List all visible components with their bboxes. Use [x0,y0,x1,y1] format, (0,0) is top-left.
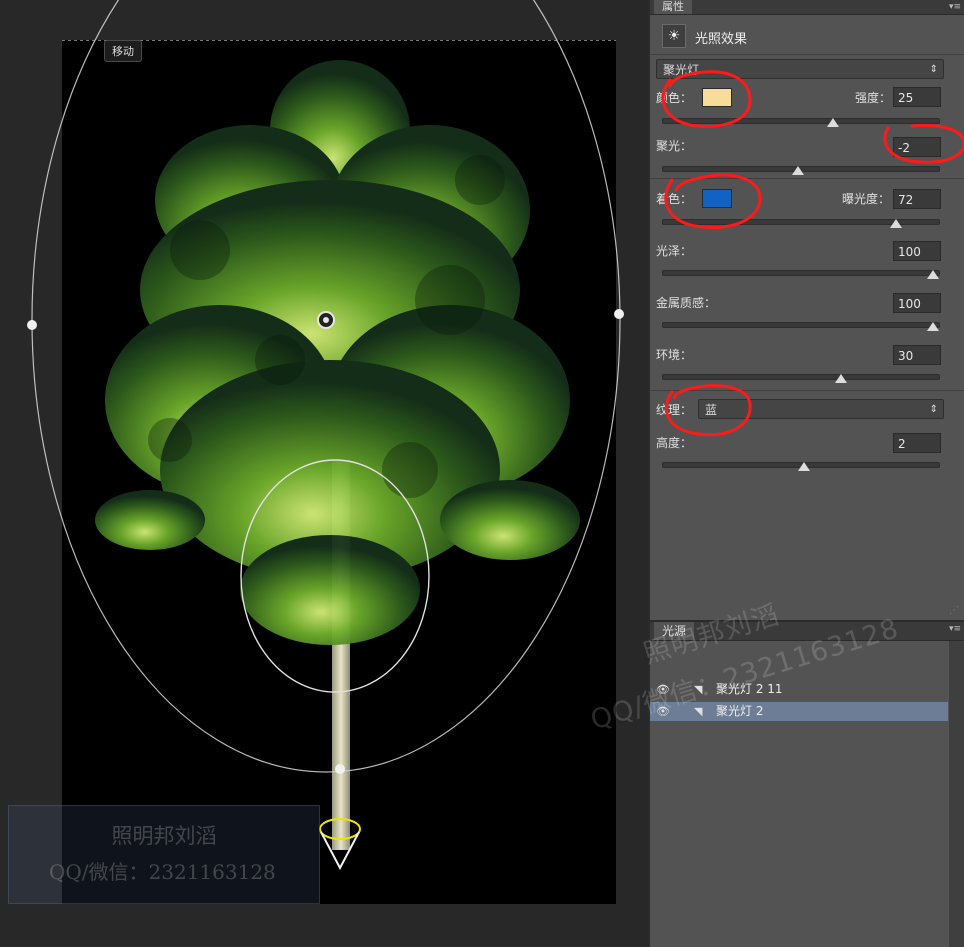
exposure-slider[interactable] [662,219,940,228]
chevron-updown-icon: ⇕ [929,64,938,75]
height-label: 高度： [656,436,693,450]
exposure-label: 曝光度： [842,192,891,206]
scrollbar[interactable] [949,641,964,947]
effect-header: ☀ 光照效果 [650,22,964,52]
watermark-contact: QQ/微信：2321163128 [49,860,276,884]
intensity-input[interactable]: 25 [893,87,941,107]
ambience-label: 环境： [656,348,693,362]
gloss-slider[interactable] [662,270,940,279]
slider-thumb[interactable] [792,166,805,175]
watermark-box: 照明邦刘滔 QQ/微信：2321163128 [8,805,320,904]
effect-title: 光照效果 [695,32,748,47]
properties-tabbar: 属性 ▾≡ [650,0,964,15]
slider-thumb[interactable] [890,219,903,228]
slider-thumb[interactable] [927,322,939,331]
slider-thumb[interactable] [927,270,939,279]
light-type-value: 聚光灯 [663,63,700,77]
chevron-updown-icon: ⇕ [929,404,938,415]
spotlight-icon: ◥ [694,683,703,696]
panel-menu-icon[interactable]: ▾≡ [949,0,961,14]
gloss-label: 光泽： [656,244,693,258]
color-label: 颜色： [656,91,693,105]
light-item[interactable]: 👁 ◥ 聚光灯 2 [650,702,948,721]
exposure-input[interactable]: 72 [893,189,941,209]
ambience-slider[interactable] [662,374,940,383]
properties-panel: 属性 ▾≡ ☀ 光照效果 聚光灯 ⇕ 颜色： 强度： 25 聚光： -2 着色：… [649,0,964,620]
canvas-area[interactable]: 移动 照明邦刘滔 QQ/微信：2321163128 [0,0,648,946]
light-name: 聚光灯 2 [716,704,764,718]
slider-thumb[interactable] [834,374,847,383]
light-name: 聚光灯 2 11 [716,682,783,696]
move-tooltip: 移动 [104,40,142,62]
height-input[interactable]: 2 [893,433,941,453]
texture-select[interactable]: 蓝 ⇕ [698,399,944,419]
intensity-slider[interactable] [662,118,940,127]
light-effect-icon: ☀ [662,24,686,48]
metallic-input[interactable]: 100 [893,293,941,313]
eye-icon[interactable]: 👁 [656,680,670,699]
lights-tabbar: 光源 ▾≡ [650,622,964,641]
light-type-select[interactable]: 聚光灯 ⇕ [656,59,944,79]
metallic-label: 金属质感： [656,296,717,310]
intensity-label: 强度： [855,91,892,105]
texture-value: 蓝 [705,403,718,417]
colorize-swatch[interactable] [702,189,732,208]
spotlight-icon: ◥ [694,705,703,718]
light-color-swatch[interactable] [702,88,732,107]
colorize-label: 着色： [656,192,693,206]
eye-icon[interactable]: 👁 [656,702,670,721]
gloss-input[interactable]: 100 [893,241,941,261]
metallic-slider[interactable] [662,322,940,331]
slider-thumb[interactable] [797,462,810,471]
divider [650,54,964,55]
resize-grip-icon[interactable]: ⋰ [949,605,959,616]
hotspot-label: 聚光： [656,139,693,153]
panel-menu-icon[interactable]: ▾≡ [949,622,961,636]
height-slider[interactable] [662,462,940,471]
texture-label: 纹理： [656,403,693,417]
divider [650,178,964,179]
hotspot-input[interactable]: -2 [893,137,941,157]
light-item[interactable]: 👁 ◥ 聚光灯 2 11 [650,680,948,699]
lights-panel: 光源 ▾≡ 👁 ◥ 聚光灯 2 11 👁 ◥ 聚光灯 2 [649,621,964,947]
watermark-text: 照明邦刘滔 [111,824,217,848]
tab-lights[interactable]: 光源 [654,622,695,640]
divider [650,390,964,391]
hotspot-slider[interactable] [662,166,940,175]
tab-properties[interactable]: 属性 [654,0,692,14]
slider-thumb[interactable] [826,118,839,127]
ambience-input[interactable]: 30 [893,345,941,365]
